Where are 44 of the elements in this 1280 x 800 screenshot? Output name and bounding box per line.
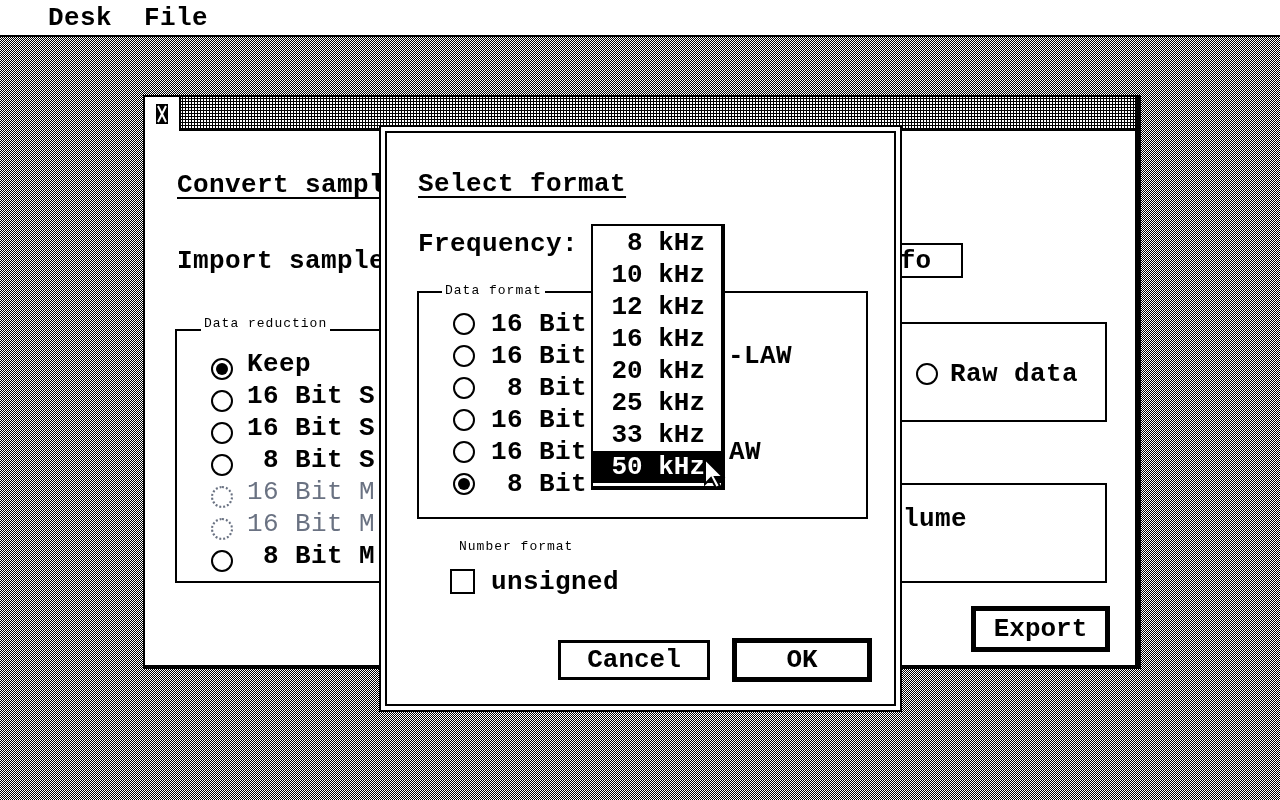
- export-button[interactable]: Export: [971, 606, 1110, 652]
- radio-label: 16 Bit: [491, 404, 587, 436]
- radio-label: 8 Bit: [506, 468, 587, 500]
- radio-button[interactable]: [211, 454, 233, 476]
- radio-button[interactable]: [211, 358, 233, 380]
- radio-label: 16 Bit S: [247, 412, 376, 444]
- field-label: Import sample: [177, 245, 386, 277]
- checkbox[interactable]: [450, 569, 475, 594]
- radio-label: Keep: [247, 348, 311, 380]
- menu-item[interactable]: Desk: [48, 2, 112, 34]
- radio-button[interactable]: [453, 473, 475, 495]
- radio-button[interactable]: [453, 377, 475, 399]
- group-label: Data reduction: [201, 317, 331, 331]
- radio-label: 16 Bit: [491, 308, 587, 340]
- radio-button[interactable]: [211, 422, 233, 444]
- menu-item[interactable]: 50 kHz: [593, 451, 721, 483]
- dialog-button[interactable]: Cancel: [558, 640, 710, 680]
- radio-label: AW: [729, 436, 761, 468]
- radio-button[interactable]: [916, 363, 938, 385]
- radio-label: 16 Bit: [491, 436, 587, 468]
- radio-label: 16 Bit: [491, 340, 587, 372]
- close-button[interactable]: [145, 97, 181, 131]
- radio-label: 16 Bit M: [247, 508, 376, 540]
- radio-label: 16 Bit S: [247, 380, 376, 412]
- field-label: Frequency:: [418, 228, 579, 260]
- radio-label: 16 Bit M: [247, 476, 376, 508]
- radio-label: 8 Bit: [506, 372, 587, 404]
- radio-button[interactable]: [453, 345, 475, 367]
- radio-label: -LAW: [728, 340, 792, 372]
- radio-button[interactable]: [453, 441, 475, 463]
- radio-button[interactable]: [453, 409, 475, 431]
- close-icon[interactable]: [155, 103, 169, 125]
- heading: Convert sampl: [177, 169, 386, 201]
- radio-label: 8 Bit M: [262, 540, 376, 572]
- menu-item[interactable]: File: [144, 2, 208, 34]
- radio-label: 8 Bit S: [262, 444, 376, 476]
- radio-button[interactable]: [211, 390, 233, 412]
- radio-button[interactable]: [211, 550, 233, 572]
- checkbox-label: unsigned: [491, 566, 620, 598]
- radio-button[interactable]: [453, 313, 475, 335]
- radio-label: Raw data: [950, 358, 1079, 390]
- group-label: lume: [903, 503, 967, 535]
- dialog-title: Select format: [418, 168, 627, 200]
- dialog-button[interactable]: OK: [732, 638, 872, 682]
